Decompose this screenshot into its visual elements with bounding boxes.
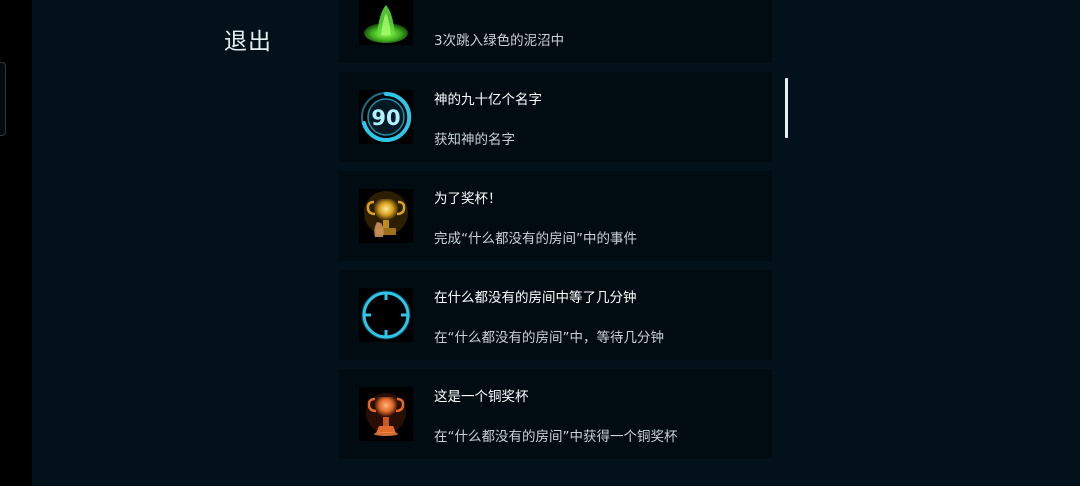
achievement-list[interactable]: 3次跳入绿色的泥沼中 90 神的九十亿个名字 获知神的名字 为了奖杯！ 完成“什… xyxy=(339,0,772,486)
edge-swipe-handle[interactable] xyxy=(0,62,6,136)
badge-number: 90 xyxy=(371,106,400,130)
number-90-badge-icon: 90 xyxy=(359,90,413,144)
achievement-item[interactable]: 这是一个铜奖杯 在“什么都没有的房间”中获得一个铜奖杯 xyxy=(339,369,772,459)
achievement-description: 3次跳入绿色的泥沼中 xyxy=(434,33,565,49)
achievement-title: 神的九十亿个名字 xyxy=(434,92,542,108)
exit-button[interactable]: 退出 xyxy=(224,22,272,56)
achievement-description: 在“什么都没有的房间”中获得一个铜奖杯 xyxy=(434,429,678,445)
scrollbar-thumb[interactable] xyxy=(785,78,788,138)
achievement-item[interactable]: 为了奖杯！ 完成“什么都没有的房间”中的事件 xyxy=(339,171,772,261)
green-swamp-icon xyxy=(359,0,413,45)
gold-trophy-icon xyxy=(359,189,413,243)
achievements-screen: 退出 3次跳入绿色的泥沼中 90 神的九十亿个名字 获知神的名字 为了奖杯！ 完… xyxy=(0,0,1080,486)
achievement-item[interactable]: 3次跳入绿色的泥沼中 xyxy=(339,0,772,63)
achievement-title: 为了奖杯！ xyxy=(434,191,502,207)
achievement-description: 完成“什么都没有的房间”中的事件 xyxy=(434,231,637,247)
bronze-trophy-icon xyxy=(359,387,413,441)
clock-ring-icon xyxy=(359,288,413,342)
achievement-title: 在什么都没有的房间中等了几分钟 xyxy=(434,290,637,306)
achievement-item[interactable]: 90 神的九十亿个名字 获知神的名字 xyxy=(339,72,772,162)
achievement-title: 这是一个铜奖杯 xyxy=(434,389,529,405)
achievement-description: 在“什么都没有的房间”中，等待几分钟 xyxy=(434,330,664,346)
achievement-item[interactable]: 在什么都没有的房间中等了几分钟 在“什么都没有的房间”中，等待几分钟 xyxy=(339,270,772,360)
achievement-description: 获知神的名字 xyxy=(434,132,515,148)
